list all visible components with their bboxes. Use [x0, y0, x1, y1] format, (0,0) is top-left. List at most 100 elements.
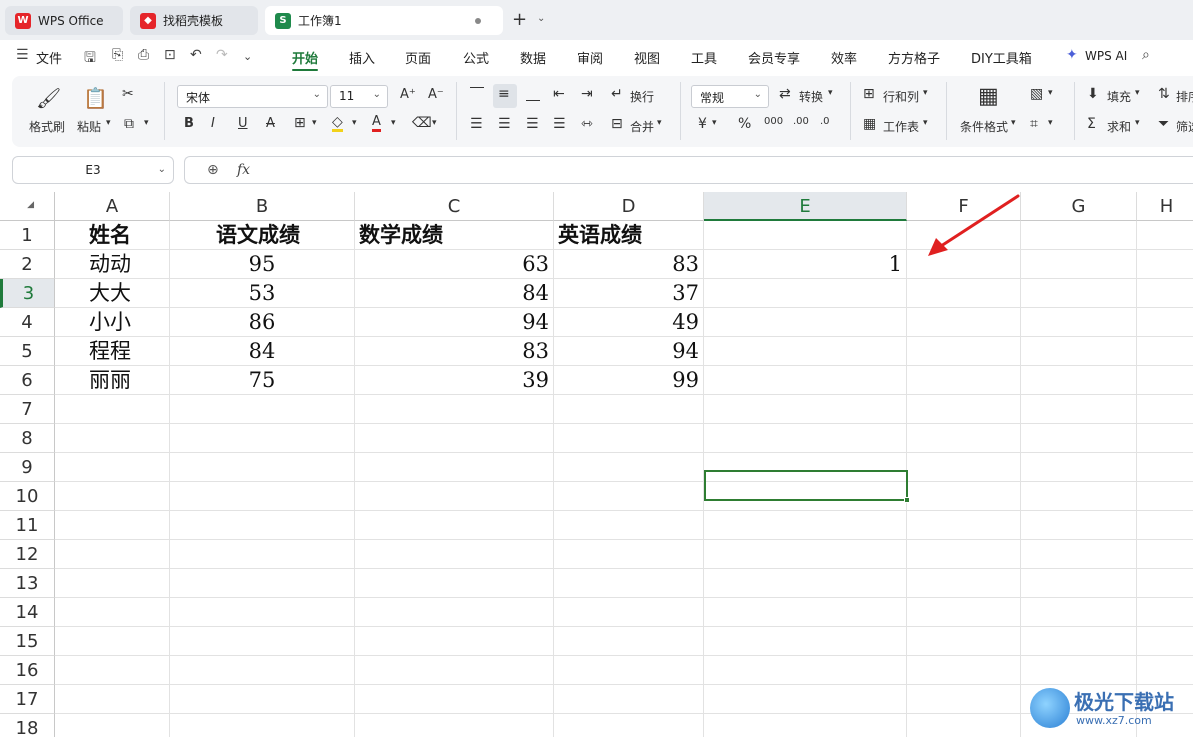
chevron-down-icon[interactable]: ▾ — [828, 88, 833, 98]
chevron-down-icon[interactable]: ⌄ — [158, 157, 166, 183]
column-header-d[interactable]: D — [554, 192, 704, 221]
chevron-down-icon[interactable]: ▾ — [1048, 118, 1053, 128]
menu-page[interactable]: 页面 — [405, 48, 431, 67]
justify-icon[interactable]: ☰ — [553, 116, 566, 132]
cell-d15[interactable] — [554, 627, 704, 656]
rows-cols-icon[interactable]: ⊞ — [863, 86, 875, 102]
cell-b5[interactable]: 84 — [170, 337, 355, 366]
format-painter-label[interactable]: 格式刷 — [29, 118, 65, 135]
align-bottom-icon[interactable]: ⎽ — [526, 86, 540, 102]
chevron-down-icon[interactable]: ▾ — [106, 118, 111, 128]
cell-h13[interactable] — [1137, 569, 1193, 598]
fill-icon[interactable]: ⬇ — [1087, 86, 1099, 102]
cell-g5[interactable] — [1021, 337, 1137, 366]
conditional-format-label[interactable]: 条件格式 — [960, 118, 1008, 135]
cell-d2[interactable]: 83 — [554, 250, 704, 279]
cell-c12[interactable] — [355, 540, 554, 569]
cell-f7[interactable] — [907, 395, 1021, 424]
cell-b17[interactable] — [170, 685, 355, 714]
tab-workbook1[interactable]: S 工作簿1 — [265, 6, 503, 35]
cell-f3[interactable] — [907, 279, 1021, 308]
cell-h16[interactable] — [1137, 656, 1193, 685]
cell-c8[interactable] — [355, 424, 554, 453]
increase-font-icon[interactable]: A⁺ — [400, 87, 416, 102]
column-header-h[interactable]: H — [1137, 192, 1193, 221]
formula-input[interactable]: ⊕ fx — [184, 156, 1193, 184]
cell-d5[interactable]: 94 — [554, 337, 704, 366]
cell-a11[interactable] — [55, 511, 170, 540]
print-icon[interactable]: ⎙ — [138, 47, 149, 63]
column-header-b[interactable]: B — [170, 192, 355, 221]
cell-e1[interactable] — [704, 221, 907, 250]
increase-indent-icon[interactable]: ⇥ — [581, 86, 593, 102]
fill-label[interactable]: 填充 — [1107, 88, 1131, 105]
cell-e5[interactable] — [704, 337, 907, 366]
menu-review[interactable]: 审阅 — [577, 48, 603, 67]
chevron-down-icon[interactable]: ⌄ — [537, 13, 545, 24]
row-header-2[interactable]: 2 — [0, 250, 55, 279]
wps-ai-button[interactable]: WPS AI — [1085, 49, 1127, 63]
cell-e16[interactable] — [704, 656, 907, 685]
cell-b9[interactable] — [170, 453, 355, 482]
row-header-4[interactable]: 4 — [0, 308, 55, 337]
cell-c10[interactable] — [355, 482, 554, 511]
distributed-icon[interactable]: ⇿ — [581, 116, 593, 132]
cell-a6[interactable]: 丽丽 — [55, 366, 170, 395]
cell-b2[interactable]: 95 — [170, 250, 355, 279]
align-center-icon[interactable]: ☰ — [498, 116, 511, 132]
chevron-down-icon[interactable]: ▾ — [923, 118, 928, 128]
chevron-down-icon[interactable]: ▾ — [712, 118, 717, 128]
worksheet-icon[interactable]: ▦ — [863, 116, 876, 132]
new-tab-plus-icon[interactable]: + — [512, 9, 527, 30]
cell-h14[interactable] — [1137, 598, 1193, 627]
cell-h9[interactable] — [1137, 453, 1193, 482]
cell-h15[interactable] — [1137, 627, 1193, 656]
cell-f13[interactable] — [907, 569, 1021, 598]
sum-label[interactable]: 求和 — [1107, 118, 1131, 135]
quick-access-more-icon[interactable]: ⌄ — [243, 50, 252, 63]
cell-a8[interactable] — [55, 424, 170, 453]
paste-label[interactable]: 粘贴 — [77, 118, 101, 135]
cell-c16[interactable] — [355, 656, 554, 685]
cell-a16[interactable] — [55, 656, 170, 685]
row-header-15[interactable]: 15 — [0, 627, 55, 656]
cell-e6[interactable] — [704, 366, 907, 395]
cell-g3[interactable] — [1021, 279, 1137, 308]
cell-e12[interactable] — [704, 540, 907, 569]
cell-g11[interactable] — [1021, 511, 1137, 540]
menu-file[interactable]: 文件 — [36, 48, 62, 67]
cell-g2[interactable] — [1021, 250, 1137, 279]
copy-icon[interactable]: ⧉ — [124, 116, 134, 132]
rows-cols-label[interactable]: 行和列 — [883, 88, 919, 105]
row-header-11[interactable]: 11 — [0, 511, 55, 540]
wrap-label[interactable]: 换行 — [630, 88, 654, 105]
row-header-7[interactable]: 7 — [0, 395, 55, 424]
cell-b13[interactable] — [170, 569, 355, 598]
cell-a14[interactable] — [55, 598, 170, 627]
filter-label[interactable]: 筛选 — [1176, 118, 1193, 135]
cell-f4[interactable] — [907, 308, 1021, 337]
cell-h2[interactable] — [1137, 250, 1193, 279]
filter-icon[interactable]: ⏷ — [1158, 116, 1169, 132]
redo-icon[interactable]: ↷ — [216, 47, 228, 63]
cell-f8[interactable] — [907, 424, 1021, 453]
print-preview-icon[interactable]: ⊡ — [164, 47, 176, 63]
cell-a15[interactable] — [55, 627, 170, 656]
cell-f16[interactable] — [907, 656, 1021, 685]
bold-icon[interactable]: B — [184, 116, 194, 131]
cell-b15[interactable] — [170, 627, 355, 656]
cell-g7[interactable] — [1021, 395, 1137, 424]
menu-home[interactable]: 开始 — [292, 48, 318, 67]
cell-e15[interactable] — [704, 627, 907, 656]
worksheet-label[interactable]: 工作表 — [883, 118, 919, 135]
cell-b16[interactable] — [170, 656, 355, 685]
cell-d18[interactable] — [554, 714, 704, 737]
cell-a13[interactable] — [55, 569, 170, 598]
cell-d16[interactable] — [554, 656, 704, 685]
cell-b4[interactable]: 86 — [170, 308, 355, 337]
chevron-down-icon[interactable]: ▾ — [391, 118, 396, 128]
cell-a5[interactable]: 程程 — [55, 337, 170, 366]
cell-e13[interactable] — [704, 569, 907, 598]
cell-e2[interactable]: 1 — [704, 250, 907, 279]
search-icon[interactable]: ⌕ — [1142, 47, 1150, 63]
